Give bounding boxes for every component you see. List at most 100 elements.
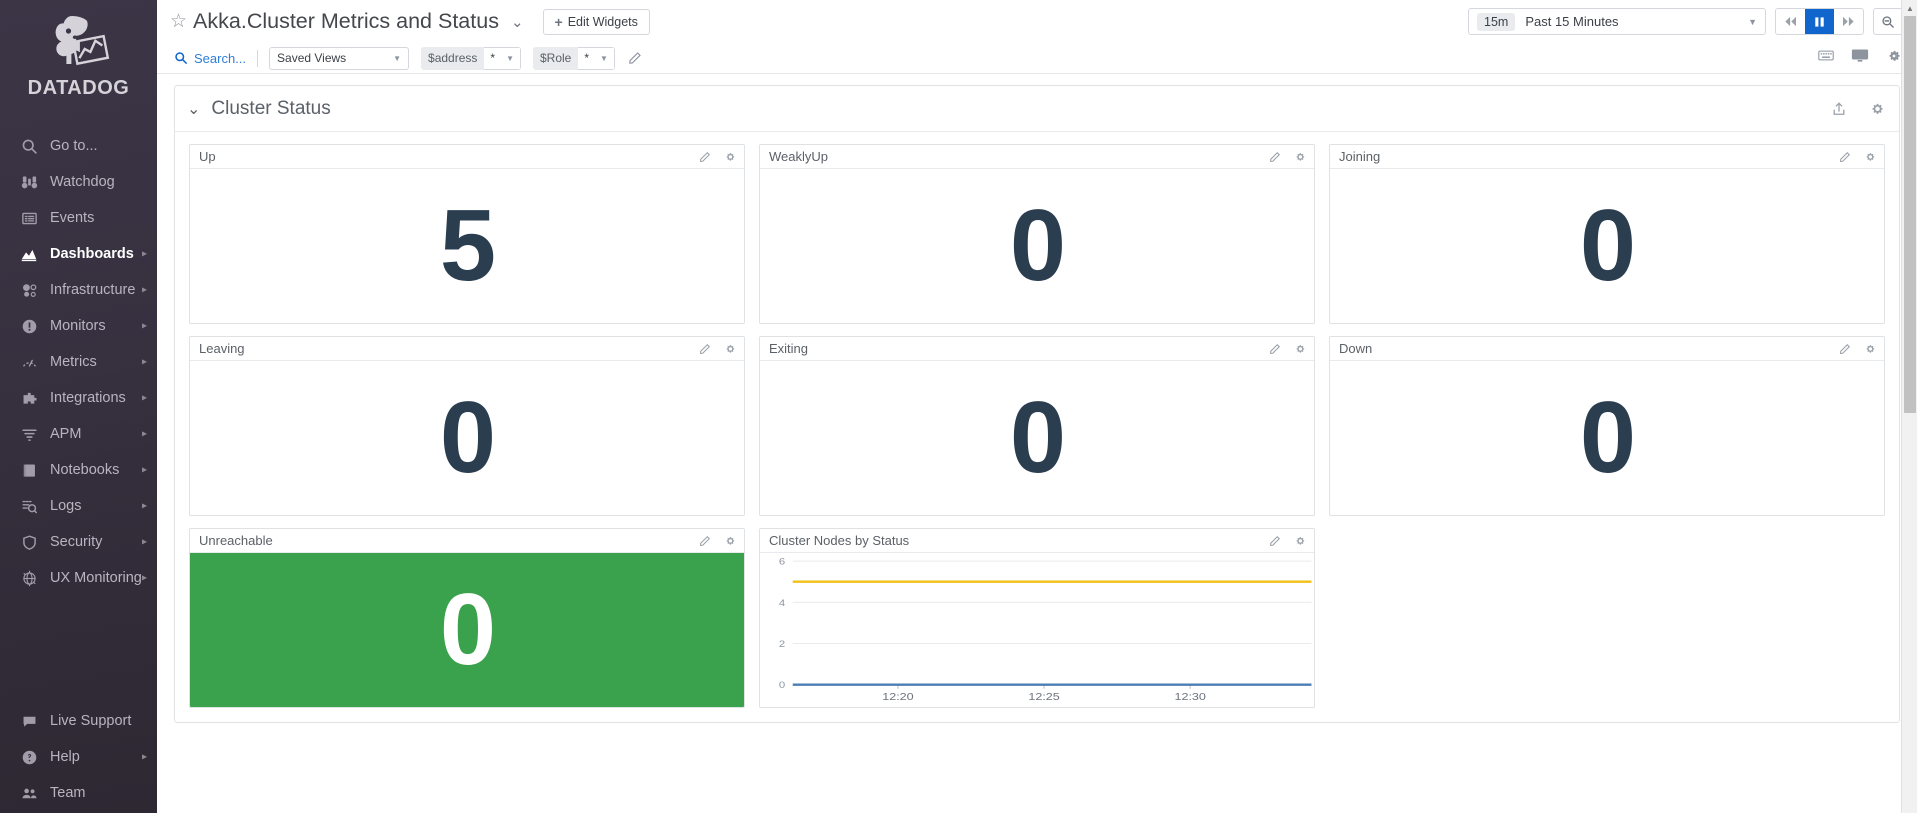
- gear-icon[interactable]: [1886, 48, 1902, 69]
- gear-icon[interactable]: [724, 535, 736, 547]
- sidebar-item-go-to[interactable]: Go to...: [0, 128, 157, 164]
- sidebar-item-infrastructure[interactable]: Infrastructure ▸: [0, 272, 157, 308]
- filter-bar: Search... Saved Views ▼ $address * ▼ $Ro…: [157, 43, 1917, 74]
- gear-icon[interactable]: [1864, 343, 1876, 355]
- sidebar-item-security[interactable]: Security ▸: [0, 524, 157, 560]
- widget-body: 0: [190, 553, 744, 707]
- sidebar-item-dashboards[interactable]: Dashboards ▸: [0, 236, 157, 272]
- gear-icon[interactable]: [1294, 343, 1306, 355]
- gear-icon[interactable]: [1869, 101, 1885, 117]
- keyboard-icon[interactable]: [1818, 49, 1834, 67]
- chevron-down-icon[interactable]: ⌄: [187, 99, 200, 119]
- widget-cluster-nodes-by-status[interactable]: Cluster Nodes by Status 0 2 4 6 12:20 12…: [759, 528, 1315, 708]
- sidebar-item-integrations[interactable]: Integrations ▸: [0, 380, 157, 416]
- pencil-icon[interactable]: [1269, 535, 1281, 547]
- widget-up[interactable]: Up 5: [189, 144, 745, 324]
- widget-value: 0: [1579, 381, 1636, 494]
- group-header: ⌄ Cluster Status: [175, 86, 1899, 132]
- title-chevron-down-icon[interactable]: ⌄: [511, 13, 524, 31]
- timeseries-chart[interactable]: 0 2 4 6 12:20 12:25 12:30: [760, 553, 1314, 707]
- caret-up-icon[interactable]: ▲: [1902, 0, 1917, 16]
- widget-weaklyup[interactable]: WeaklyUp 0: [759, 144, 1315, 324]
- gear-icon[interactable]: [1864, 151, 1876, 163]
- sidebar-item-events[interactable]: Events: [0, 200, 157, 236]
- search-icon: [175, 52, 187, 64]
- left-sidebar: DATADOG Go to... Watchdog Events Dashboa…: [0, 0, 157, 813]
- pencil-icon[interactable]: [1839, 151, 1851, 163]
- share-export-icon[interactable]: [1831, 101, 1847, 117]
- pencil-icon[interactable]: [699, 343, 711, 355]
- widget-unreachable[interactable]: Unreachable 0: [189, 528, 745, 708]
- sidebar-item-label: Go to...: [50, 138, 98, 154]
- fast-forward-icon[interactable]: [1834, 9, 1863, 34]
- pencil-icon[interactable]: [699, 535, 711, 547]
- widget-grid: Up 5 WeaklyUp 0 Joining 0 Leaving 0 Exit…: [175, 132, 1899, 722]
- time-range-picker[interactable]: 15m Past 15 Minutes ▼: [1468, 8, 1766, 35]
- dashboard-board: ⌄ Cluster Status Up 5 WeaklyUp 0 Joining…: [157, 74, 1917, 813]
- sidebar-item-team[interactable]: Team: [0, 775, 157, 811]
- widget-body: 0: [1330, 169, 1884, 323]
- binoculars-icon: [16, 172, 42, 192]
- chevron-down-icon: ▼: [506, 53, 514, 63]
- sidebar-item-label: Team: [50, 785, 86, 801]
- team-people-icon: [16, 783, 42, 803]
- zoom-out-icon[interactable]: [1873, 8, 1903, 35]
- widget-joining[interactable]: Joining 0: [1329, 144, 1885, 324]
- widget-leaving[interactable]: Leaving 0: [189, 336, 745, 516]
- sidebar-item-label: Dashboards: [50, 246, 134, 262]
- display-icon[interactable]: [1851, 48, 1869, 68]
- search-input[interactable]: Search...: [174, 51, 246, 66]
- widget-body: 0: [760, 169, 1314, 323]
- sidebar-item-watchdog[interactable]: Watchdog: [0, 164, 157, 200]
- chevron-down-icon: ▼: [600, 53, 608, 63]
- widget-body: 0 2 4 6 12:20 12:25 12:30: [760, 553, 1314, 707]
- sidebar-item-notebooks[interactable]: Notebooks ▸: [0, 452, 157, 488]
- edit-widgets-button[interactable]: + Edit Widgets: [542, 8, 650, 35]
- widget-down[interactable]: Down 0: [1329, 336, 1885, 516]
- search-placeholder-label: Search...: [194, 50, 247, 66]
- widget-tools: [699, 343, 736, 355]
- topbar-right-controls: 15m Past 15 Minutes ▼: [1468, 8, 1917, 35]
- gear-icon[interactable]: [724, 343, 736, 355]
- puzzle-icon: [16, 388, 42, 408]
- sidebar-item-ux-monitoring[interactable]: UX Monitoring ▸: [0, 560, 157, 596]
- gear-icon[interactable]: [724, 151, 736, 163]
- widget-value: 5: [439, 189, 496, 302]
- sidebar-item-metrics[interactable]: Metrics ▸: [0, 344, 157, 380]
- pencil-icon[interactable]: [699, 151, 711, 163]
- rewind-icon[interactable]: [1776, 9, 1805, 34]
- scrollbar-thumb[interactable]: [1904, 16, 1916, 413]
- star-outline-icon[interactable]: ☆: [170, 10, 187, 33]
- saved-views-select[interactable]: Saved Views ▼: [269, 46, 410, 70]
- nodes-icon: [16, 280, 42, 300]
- sidebar-item-help[interactable]: Help ▸: [0, 739, 157, 775]
- widget-group-cluster-status: ⌄ Cluster Status Up 5 WeaklyUp 0 Joining…: [174, 85, 1900, 723]
- sidebar-item-monitors[interactable]: Monitors ▸: [0, 308, 157, 344]
- pause-icon[interactable]: [1805, 9, 1834, 34]
- chevron-right-icon: ▸: [141, 392, 147, 404]
- help-circle-icon: [16, 747, 42, 767]
- sidebar-item-logs[interactable]: Logs ▸: [0, 488, 157, 524]
- chevron-down-icon: ▼: [393, 53, 402, 63]
- svg-text:12:30: 12:30: [1174, 692, 1205, 703]
- sidebar-item-apm[interactable]: APM ▸: [0, 416, 157, 452]
- page-scrollbar[interactable]: ▲: [1901, 0, 1917, 813]
- pencil-icon[interactable]: [628, 51, 642, 65]
- chevron-right-icon: ▸: [141, 536, 147, 548]
- widget-body: 5: [190, 169, 744, 323]
- gear-icon[interactable]: [1294, 535, 1306, 547]
- template-variable-role[interactable]: $Role * ▼: [533, 46, 615, 70]
- brand-logo[interactable]: DATADOG: [0, 0, 157, 122]
- dashboard-topbar: ☆ Akka.Cluster Metrics and Status ⌄ + Ed…: [157, 0, 1917, 43]
- template-variable-address[interactable]: $address * ▼: [421, 46, 521, 70]
- chart-canvas: 0 2 4 6 12:20 12:25 12:30: [779, 558, 1312, 703]
- widget-exiting[interactable]: Exiting 0: [759, 336, 1315, 516]
- svg-text:4: 4: [779, 599, 786, 609]
- pencil-icon[interactable]: [1269, 151, 1281, 163]
- sidebar-item-live-support[interactable]: Live Support: [0, 703, 157, 739]
- pencil-icon[interactable]: [1269, 343, 1281, 355]
- pencil-icon[interactable]: [1839, 343, 1851, 355]
- gear-icon[interactable]: [1294, 151, 1306, 163]
- widget-title: Exiting: [769, 341, 809, 356]
